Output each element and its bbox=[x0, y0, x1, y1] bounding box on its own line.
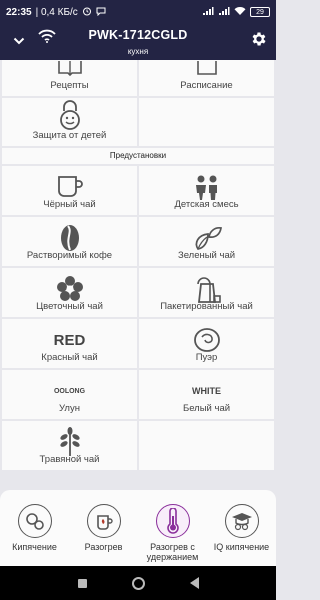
functions-grid: Рецепты Расписание Защита от детей Преду… bbox=[0, 60, 276, 490]
tab-label: IQ кипячение bbox=[213, 542, 270, 552]
tab-label-line2: удержанием bbox=[146, 551, 199, 562]
status-bar: 22:35 | 0,4 КБ/с 29 bbox=[0, 0, 276, 24]
tab-keep-warm[interactable]: Разогрев с удержанием bbox=[138, 490, 207, 566]
empty-tile bbox=[139, 98, 274, 146]
tab-heat[interactable]: Разогрев bbox=[69, 490, 138, 566]
system-nav-bar bbox=[0, 566, 276, 600]
wifi-status-icon bbox=[234, 6, 246, 19]
device-room: кухня bbox=[127, 47, 149, 56]
book-icon bbox=[2, 60, 137, 84]
app-header: PWK-1712CGLD кухня bbox=[0, 24, 276, 60]
schedule-tile[interactable]: Расписание bbox=[139, 60, 274, 96]
preset-red-tea[interactable]: RED Красный чай bbox=[2, 319, 137, 368]
recipes-tile[interactable]: Рецепты bbox=[2, 60, 137, 96]
tab-boil[interactable]: Кипячение bbox=[0, 490, 69, 566]
lock-smile-icon bbox=[2, 100, 137, 130]
red-text-icon: RED bbox=[2, 325, 137, 355]
herb-icon bbox=[2, 427, 137, 457]
status-time: 22:35 bbox=[6, 6, 32, 18]
presets-section-title: Предустановки bbox=[2, 148, 274, 164]
empty-tile bbox=[139, 421, 274, 470]
mode-tabs: Кипячение Разогрев Разогрев с удержанием… bbox=[0, 490, 276, 566]
status-network-speed: | 0,4 КБ/с bbox=[35, 6, 78, 18]
tab-label: Кипячение bbox=[12, 542, 57, 552]
gear-icon[interactable] bbox=[250, 30, 268, 53]
white-text-icon: WHITE bbox=[139, 376, 274, 406]
thermometer-icon bbox=[155, 504, 190, 538]
white-logo-text: WHITE bbox=[192, 386, 221, 396]
preset-tea-bag[interactable]: Пакетированный чай bbox=[139, 268, 274, 317]
puer-icon bbox=[139, 325, 274, 355]
cup-icon bbox=[2, 172, 137, 202]
iq-boil-icon bbox=[224, 504, 259, 538]
preset-herbal-tea[interactable]: Травяной чай bbox=[2, 421, 137, 470]
alarm-icon bbox=[82, 6, 92, 19]
child-lock-label: Защита от детей bbox=[32, 130, 107, 141]
preset-flower-tea[interactable]: Цветочный чай bbox=[2, 268, 137, 317]
battery-icon: 29 bbox=[250, 7, 270, 17]
tab-label: Разогрев bbox=[84, 542, 123, 552]
heat-icon bbox=[86, 504, 121, 538]
preset-instant-coffee[interactable]: Растворимый кофе bbox=[2, 217, 137, 266]
kids-icon bbox=[139, 172, 274, 202]
coffee-bean-icon bbox=[2, 223, 137, 253]
signal-icon bbox=[202, 6, 214, 19]
green-tea-leaf-icon bbox=[139, 223, 274, 253]
oolong-logo-text: OOLONG bbox=[53, 387, 86, 395]
tab-iq-boil[interactable]: IQ кипячение bbox=[207, 490, 276, 566]
tab-label-line1: Разогрев с bbox=[150, 542, 195, 552]
preset-baby-formula[interactable]: Детская смесь bbox=[139, 166, 274, 215]
flower-icon bbox=[2, 274, 137, 304]
preset-black-tea[interactable]: Чёрный чай bbox=[2, 166, 137, 215]
boil-icon bbox=[17, 504, 52, 538]
battery-level: 29 bbox=[256, 8, 264, 16]
device-title: PWK-1712CGLD bbox=[88, 28, 188, 42]
preset-green-tea[interactable]: Зеленый чай bbox=[139, 217, 274, 266]
preset-oolong[interactable]: OOLONG Улун bbox=[2, 370, 137, 419]
back-button[interactable] bbox=[189, 577, 199, 589]
oolong-text-icon: OOLONG bbox=[2, 376, 137, 406]
red-logo-text: RED bbox=[53, 331, 86, 349]
preset-puer[interactable]: Пуэр bbox=[139, 319, 274, 368]
child-lock-tile[interactable]: Защита от детей bbox=[2, 98, 137, 146]
calendar-icon bbox=[139, 60, 274, 84]
home-button[interactable] bbox=[131, 576, 145, 590]
chat-notification-icon bbox=[96, 6, 106, 19]
tab-label: Разогрев с удержанием bbox=[146, 542, 199, 563]
preset-white-tea[interactable]: WHITE Белый чай bbox=[139, 370, 274, 419]
signal-icon-2 bbox=[218, 6, 230, 19]
tea-bag-icon bbox=[139, 274, 274, 304]
recent-apps-button[interactable] bbox=[77, 578, 87, 588]
